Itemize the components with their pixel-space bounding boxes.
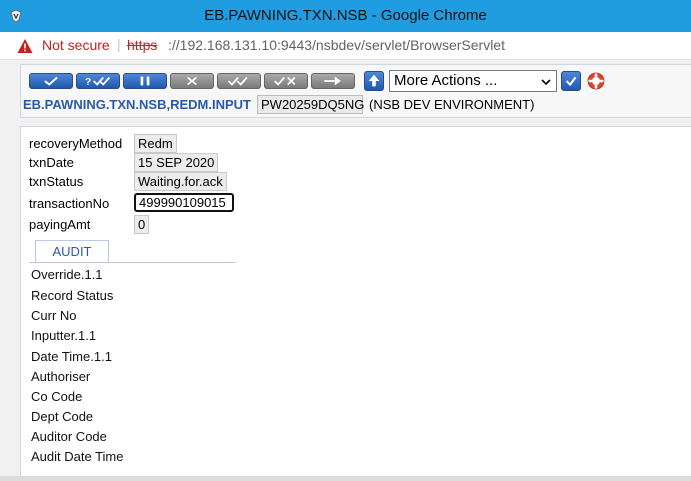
window-titlebar: EB.PAWNING.TXN.NSB - Google Chrome — [0, 0, 691, 32]
url-path[interactable]: ://192.168.131.10:9443/nsbdev/servlet/Br… — [168, 37, 505, 53]
url-scheme[interactable]: https — [127, 37, 157, 53]
warning-icon[interactable] — [17, 38, 33, 54]
address-bar[interactable]: Not secure | https ://192.168.131.10:944… — [0, 32, 691, 60]
go-button[interactable] — [561, 71, 581, 91]
record-id-field[interactable]: PW20259DQ5NG — [257, 95, 364, 114]
not-secure-label[interactable]: Not secure — [42, 37, 110, 53]
divider: | — [117, 36, 121, 52]
authorise-button[interactable] — [217, 73, 261, 89]
field-label-txn-status: txnStatus — [29, 174, 84, 189]
validate-button[interactable]: ? — [76, 73, 120, 89]
delete-button[interactable] — [170, 73, 214, 89]
commit-button[interactable] — [29, 73, 73, 89]
audit-field-label: Date Time.1.1 — [31, 349, 112, 364]
chevron-down-icon — [540, 74, 552, 86]
svg-text:?: ? — [85, 76, 91, 88]
audit-field-label: Override.1.1 — [31, 267, 103, 282]
record-form: recoveryMethod Redm txnDate 15 SEP 2020 … — [20, 126, 691, 481]
lifebuoy-help-icon[interactable] — [586, 71, 606, 91]
txn-status-value: Waiting.for.ack — [134, 172, 227, 191]
audit-field-label: Curr No — [31, 308, 77, 323]
audit-field-label: Record Status — [31, 288, 114, 303]
audit-field-label: Dept Code — [31, 409, 94, 424]
paying-amt-value: 0 — [134, 215, 150, 234]
tab-divider — [29, 262, 236, 263]
field-label-txn-date: txnDate — [29, 155, 74, 170]
hold-button[interactable] — [123, 73, 167, 89]
window-title: EB.PAWNING.TXN.NSB - Google Chrome — [204, 7, 487, 24]
next-button[interactable] — [311, 73, 355, 89]
recovery-method-value: Redm — [134, 134, 177, 153]
page-content: ? More Actions ... EB.PAWNING.TXN.NSB,RE… — [0, 60, 691, 481]
tab-audit[interactable]: AUDIT — [35, 240, 109, 262]
field-label-transaction-no: transactionNo — [29, 196, 110, 211]
audit-field-label: Co Code — [31, 389, 83, 404]
up-arrow-icon[interactable] — [364, 71, 384, 91]
environment-label: (NSB DEV ENVIRONMENT) — [369, 97, 535, 112]
application-id: EB.PAWNING.TXN.NSB,REDM.INPUT — [23, 97, 251, 112]
horizontal-scrollbar[interactable] — [0, 476, 691, 481]
field-label-recovery-method: recoveryMethod — [29, 136, 123, 151]
reverse-button[interactable] — [264, 73, 308, 89]
audit-field-label: Authoriser — [31, 369, 91, 384]
audit-field-label: Inputter.1.1 — [31, 328, 97, 343]
txn-date-value: 15 SEP 2020 — [134, 153, 219, 172]
more-actions-select[interactable]: More Actions ... — [389, 70, 557, 92]
toolbar-panel: ? More Actions ... EB.PAWNING.TXN.NSB,RE… — [20, 64, 691, 118]
field-label-paying-amt: payingAmt — [29, 217, 91, 232]
transaction-no-input[interactable]: 499990109015 — [134, 193, 234, 212]
audit-field-label: Auditor Code — [31, 429, 107, 444]
audit-field-label: Audit Date Time — [31, 449, 124, 464]
more-actions-value: More Actions ... — [394, 72, 498, 89]
